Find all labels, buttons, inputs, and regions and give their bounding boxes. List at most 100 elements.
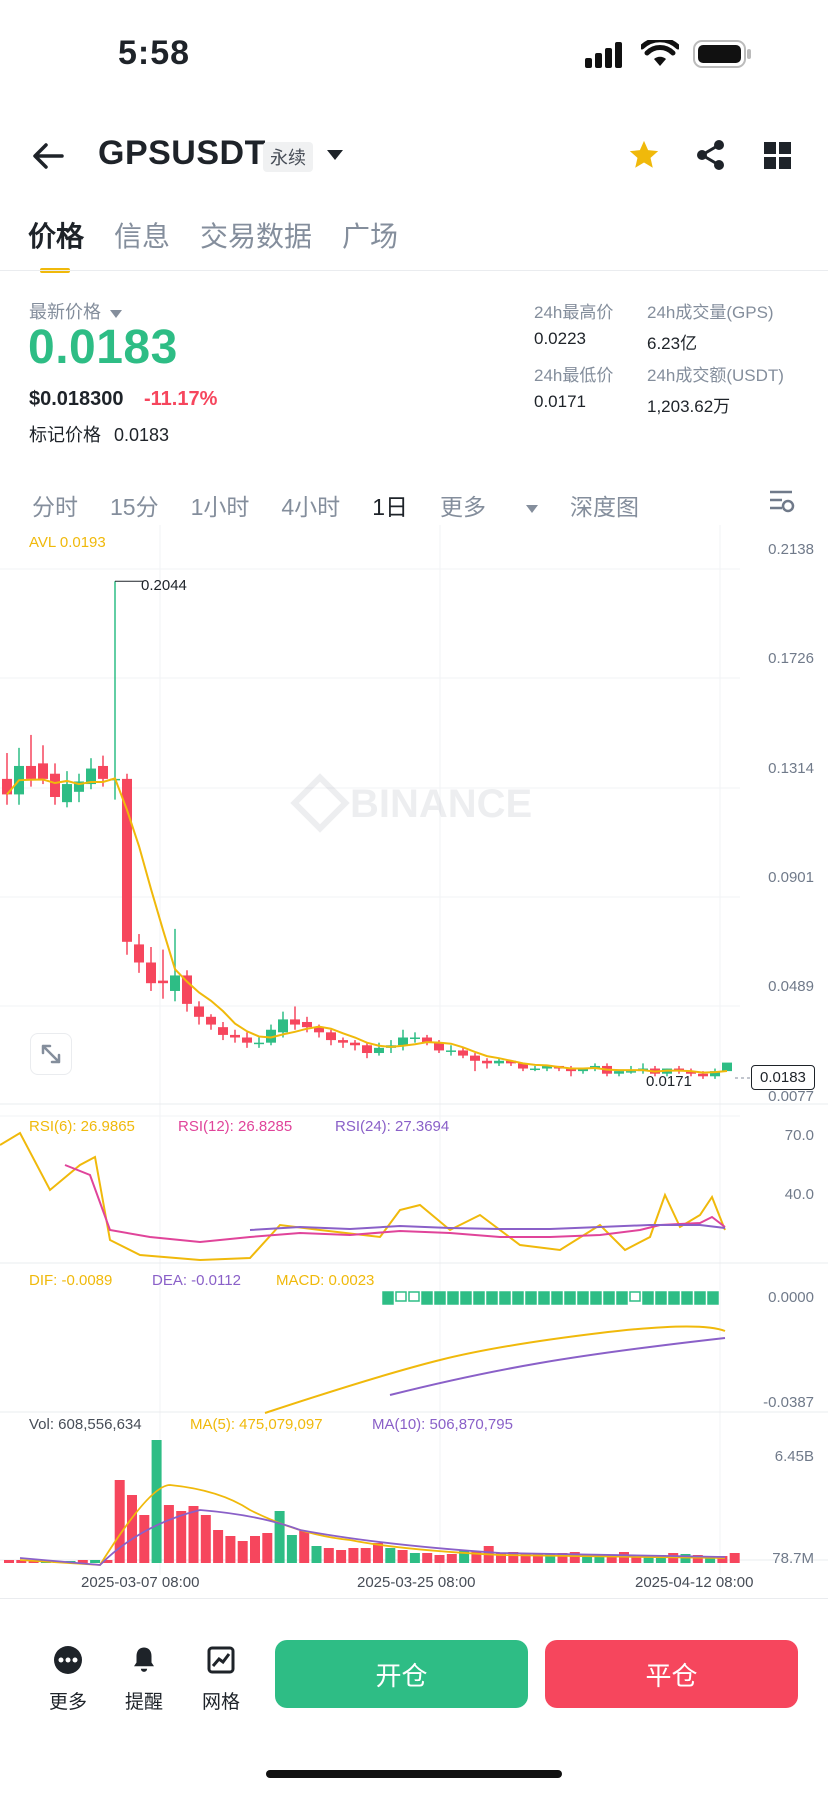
- chart-settings-icon[interactable]: [768, 488, 796, 519]
- interval-timeline[interactable]: 分时: [32, 488, 78, 522]
- candle-body: [278, 1019, 288, 1033]
- volume-bar: [323, 1548, 334, 1563]
- volume-bar: [213, 1530, 224, 1563]
- interval-more[interactable]: 更多: [440, 488, 538, 522]
- star-icon[interactable]: [627, 138, 661, 177]
- rsi-axis-70: 70.0: [784, 1127, 814, 1144]
- stat-24h-low-value: 0.0171: [534, 392, 586, 411]
- candle-body: [230, 1034, 240, 1038]
- volume-bar: [274, 1511, 285, 1563]
- close-position-button[interactable]: 平仓: [545, 1640, 798, 1708]
- last-price: 0.0183: [28, 321, 178, 374]
- macd-histogram-bar: [616, 1291, 628, 1305]
- high-annotation: 0.2044: [141, 577, 187, 594]
- macd-histogram-bar: [551, 1291, 563, 1305]
- macd-histogram-bar: [642, 1291, 654, 1305]
- stat-24h-volume-gps-value: 6.23亿: [647, 334, 698, 353]
- candlestick-chart[interactable]: BINANCE: [0, 525, 828, 1600]
- interval-4h[interactable]: 4小时: [281, 488, 340, 522]
- tab-info[interactable]: 信息: [114, 215, 170, 255]
- current-price-tag: 0.0183: [751, 1065, 815, 1090]
- volume-bar: [176, 1511, 187, 1563]
- volume-bar: [200, 1515, 211, 1563]
- share-icon[interactable]: [695, 139, 727, 176]
- interval-more-label: 更多: [439, 494, 486, 520]
- status-time: 5:58: [118, 34, 191, 72]
- chevron-down-icon[interactable]: [326, 148, 344, 166]
- grid-menu-icon[interactable]: [764, 142, 792, 175]
- macd-histogram-bar: [629, 1291, 641, 1302]
- binance-watermark: BINANCE: [290, 773, 532, 833]
- volume-bar: [151, 1440, 162, 1563]
- x-axis-date: 2025-04-12 08:00: [635, 1574, 754, 1591]
- interval-selector: 分时 15分 1小时 4小时 1日 更多 深度图: [32, 488, 671, 522]
- candle-body: [170, 975, 180, 991]
- rsi12-line: [64, 1164, 726, 1244]
- alert-button[interactable]: 提醒: [114, 1645, 174, 1714]
- macd-histogram-bar: [473, 1291, 485, 1305]
- candle-body: [698, 1073, 708, 1077]
- macd-histogram-bar: [538, 1291, 550, 1305]
- candle-body: [158, 980, 168, 984]
- tab-trading-data[interactable]: 交易数据: [200, 215, 312, 255]
- bell-icon: [134, 1647, 154, 1672]
- macd-histogram-bar: [499, 1291, 511, 1305]
- macd-histogram-bar: [707, 1291, 719, 1305]
- interval-depth[interactable]: 深度图: [570, 488, 639, 522]
- candle-body: [626, 1071, 636, 1073]
- usd-price: $0.018300: [29, 388, 124, 410]
- volume-bar: [262, 1533, 273, 1563]
- macd-histogram-bar: [447, 1291, 459, 1305]
- volume-bar: [336, 1550, 347, 1563]
- contract-type-badge: 永续: [263, 142, 313, 172]
- grid-chart-icon: [207, 1646, 235, 1674]
- macd-histogram-bar: [590, 1291, 602, 1305]
- mark-price-value: 0.0183: [114, 425, 170, 445]
- interval-1d[interactable]: 1日: [372, 488, 408, 522]
- candle-body: [146, 962, 156, 984]
- vol-label: Vol: 608,556,634: [29, 1416, 142, 1433]
- stat-24h-high-label: 24h最高价: [534, 303, 614, 322]
- y-axis-label: 0.0489: [768, 978, 814, 995]
- rsi-axis-40: 40.0: [784, 1186, 814, 1203]
- interval-15m[interactable]: 15分: [110, 488, 159, 522]
- macd-histogram-bar: [460, 1291, 472, 1305]
- y-axis-label: 0.2138: [768, 541, 814, 558]
- home-indicator: [266, 1770, 562, 1778]
- close-position-label: 平仓: [645, 1660, 698, 1691]
- candle-body: [482, 1060, 492, 1064]
- candle-body: [398, 1037, 408, 1046]
- volume-bar: [139, 1515, 150, 1563]
- caret-down-icon: [525, 504, 538, 513]
- macd-histogram-bar: [564, 1291, 576, 1305]
- watermark-text: BINANCE: [350, 782, 532, 826]
- grid-trading-button[interactable]: 网格: [191, 1645, 251, 1714]
- signal-icon: [585, 42, 629, 73]
- open-position-button[interactable]: 开仓: [275, 1640, 528, 1708]
- candle-body: [458, 1050, 468, 1056]
- mark-price-label: 标记价格: [29, 425, 101, 445]
- mark-price-row: 标记价格 0.0183: [29, 421, 169, 447]
- symbol-title[interactable]: GPSUSDT: [98, 134, 266, 173]
- macd-label: MACD: 0.0023: [276, 1272, 375, 1289]
- candle-body: [50, 773, 60, 797]
- interval-1h[interactable]: 1小时: [191, 488, 250, 522]
- back-arrow-icon[interactable]: [32, 142, 64, 175]
- candle-body: [362, 1045, 372, 1054]
- expand-chart-button[interactable]: [30, 1033, 72, 1075]
- wifi-icon: [639, 37, 681, 73]
- volume-bar: [729, 1553, 740, 1563]
- volume-bar: [446, 1554, 457, 1563]
- tab-price[interactable]: 价格: [28, 215, 84, 273]
- more-button[interactable]: 更多: [38, 1645, 98, 1714]
- stat-24h-high-value: 0.0223: [534, 329, 586, 348]
- candle-body: [254, 1042, 264, 1045]
- volume-bar: [311, 1546, 322, 1563]
- stat-24h-high: 24h最高价 0.0223: [534, 298, 613, 349]
- main-tabs: 价格 信息 交易数据 广场: [28, 215, 398, 273]
- tab-square[interactable]: 广场: [342, 215, 398, 255]
- vol-ma5-label: MA(5): 475,079,097: [190, 1416, 323, 1433]
- vol-axis-top: 6.45B: [774, 1448, 814, 1465]
- candle-body: [338, 1040, 348, 1043]
- volume-bar: [299, 1531, 310, 1563]
